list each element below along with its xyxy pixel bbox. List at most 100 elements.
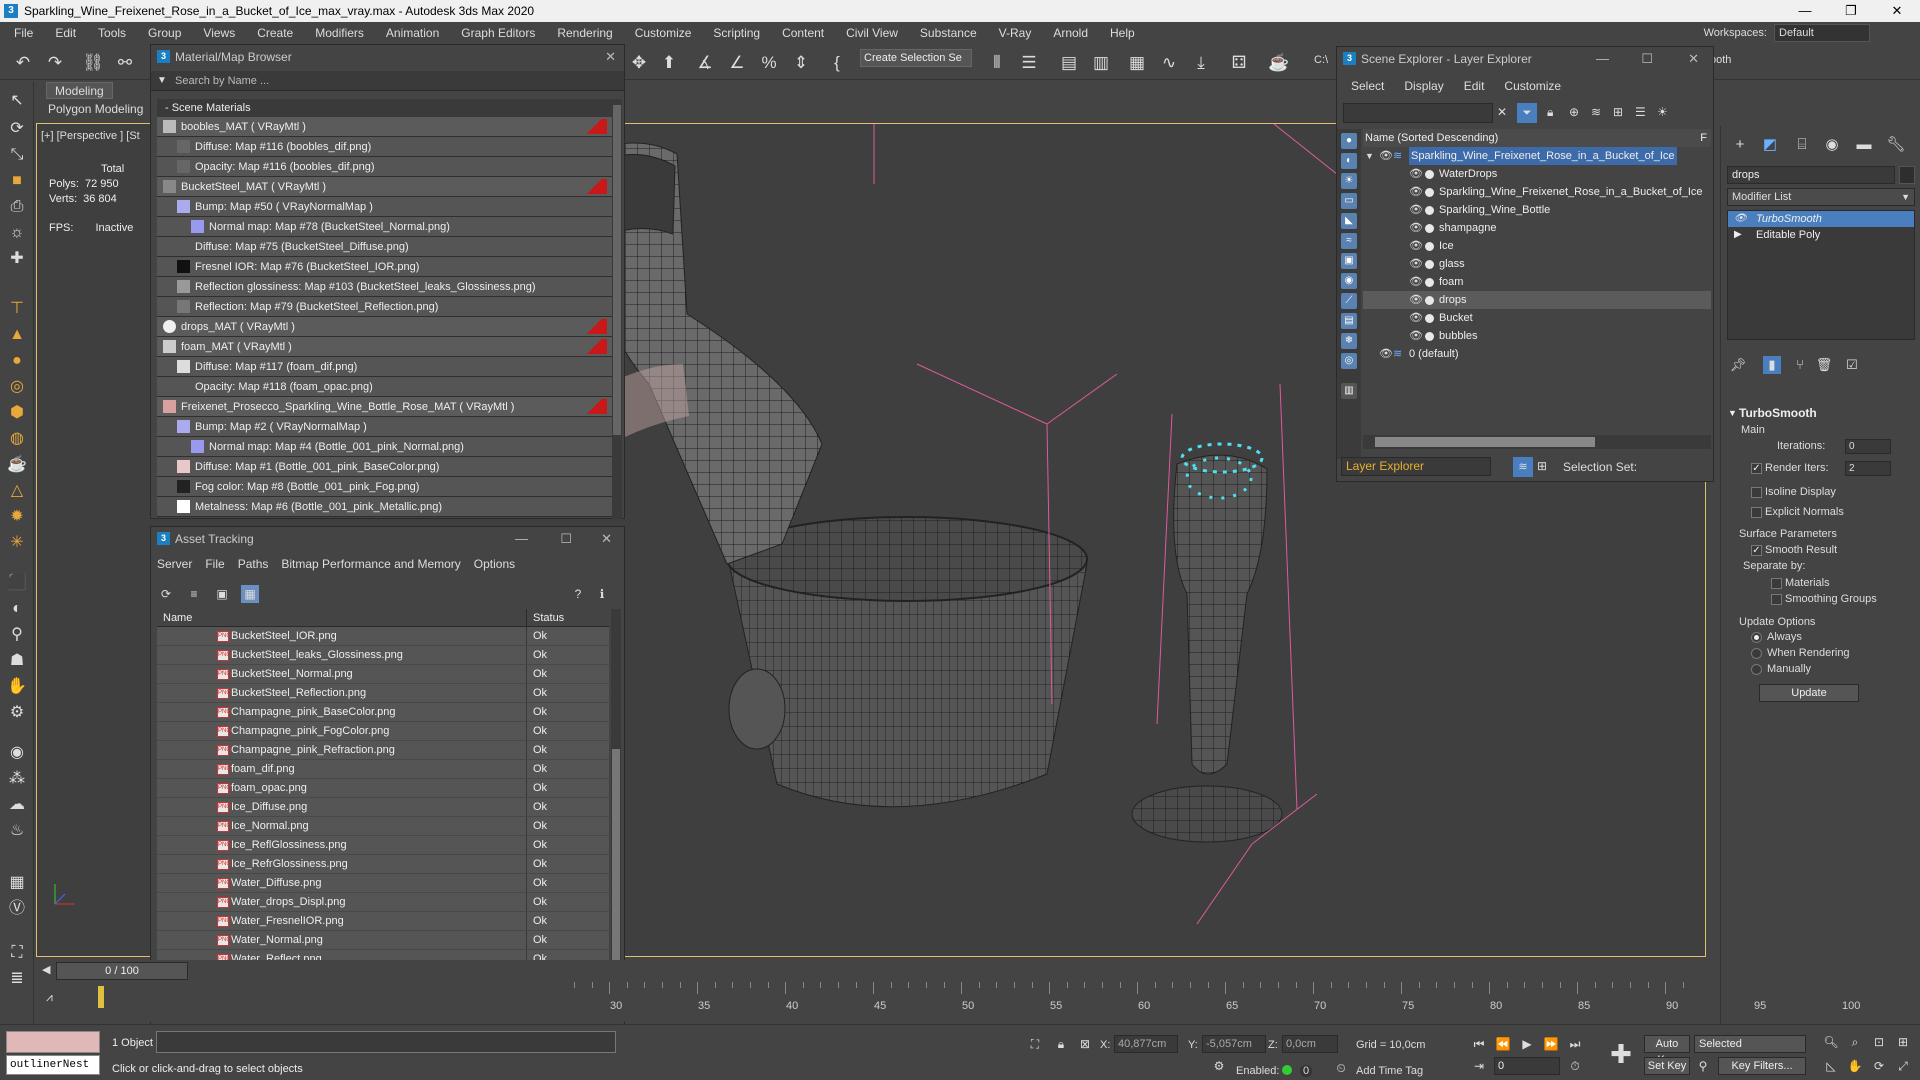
object-item[interactable]: 👁︎ glass xyxy=(1363,255,1711,273)
motion-tab-icon[interactable]: ◉ xyxy=(1821,134,1843,156)
close-icon[interactable]: ✕ xyxy=(1688,47,1699,71)
create-selection-set-dropdown[interactable]: Create Selection Se xyxy=(860,49,972,67)
visibility-eye-icon[interactable]: 👁︎ xyxy=(1409,165,1423,183)
table-row[interactable]: PNG Champagne_pink_FogColor.png Ok xyxy=(157,722,609,741)
hand-icon[interactable]: ✋ xyxy=(6,676,28,698)
field-of-view-icon[interactable]: ◺ xyxy=(1822,1057,1840,1075)
map-item[interactable]: Bump: Map #2 ( VRayNormalMap ) xyxy=(157,417,613,437)
visibility-eye-icon[interactable]: 👁︎ xyxy=(1409,219,1423,237)
helper-icon[interactable]: ✚ xyxy=(6,248,28,270)
visibility-eye-icon[interactable]: 👁︎ xyxy=(1379,147,1393,165)
prev-frame-icon[interactable]: ◀ xyxy=(42,963,50,976)
scale-icon[interactable]: ⤡ xyxy=(6,144,28,166)
map-item[interactable]: Diffuse: Map #117 (foam_dif.png) xyxy=(157,357,613,377)
key-mode-icon[interactable]: ⇥ xyxy=(1470,1057,1488,1075)
map-item[interactable]: Metalness: Map #6 (Bottle_001_pink_Metal… xyxy=(157,497,613,517)
table-icon[interactable]: ⊤ xyxy=(6,298,28,320)
hidden-filter-icon[interactable]: ◎ xyxy=(1341,353,1357,369)
modifier-list-dropdown[interactable]: Modifier List ▼ xyxy=(1727,188,1915,206)
snap-3d-icon[interactable]: ∡ xyxy=(694,52,716,74)
go-to-end-icon[interactable]: ⏭ xyxy=(1566,1035,1584,1053)
smoothing-groups-checkbox[interactable] xyxy=(1771,594,1782,605)
minimize-icon[interactable]: — xyxy=(1596,47,1609,71)
vray-logo-icon[interactable]: Ⓥ xyxy=(6,898,28,920)
menu-edit[interactable]: Edit xyxy=(1464,79,1485,97)
hierarchy-mode-icon[interactable]: ⊞ xyxy=(1537,459,1547,473)
biped-icon[interactable]: ☗ xyxy=(6,650,28,672)
object-item[interactable]: 👁︎ shampagne xyxy=(1363,219,1711,237)
add-time-tag-button[interactable]: Add Time Tag xyxy=(1356,1065,1423,1077)
orbit-icon[interactable]: ⟳ xyxy=(1870,1057,1888,1075)
scene-materials-header[interactable]: - Scene Materials xyxy=(157,99,613,117)
lights-filter-icon[interactable]: ☀ xyxy=(1341,173,1357,189)
map-item[interactable]: Opacity: Map #116 (boobles_dif.png) xyxy=(157,157,613,177)
visibility-eye-icon[interactable]: 👁︎ xyxy=(1409,255,1423,273)
clear-search-icon[interactable]: ✕ xyxy=(1497,105,1507,119)
smooth-result-checkbox[interactable]: ✓ xyxy=(1751,545,1762,556)
previous-frame-icon[interactable]: ⏪ xyxy=(1494,1035,1512,1053)
geometry-filter-icon[interactable]: ● xyxy=(1341,133,1357,149)
maximize-icon[interactable]: ☐ xyxy=(560,527,572,551)
unlink-icon[interactable]: ⚯ xyxy=(114,52,136,74)
spacewarps-filter-icon[interactable]: ≈ xyxy=(1341,233,1357,249)
table-row[interactable]: PNG Champagne_pink_BaseColor.png Ok xyxy=(157,703,609,722)
hair-icon[interactable]: ♨ xyxy=(6,820,28,842)
table-row[interactable]: PNG Water_Normal.png Ok xyxy=(157,931,609,950)
minimize-icon[interactable]: — xyxy=(515,527,528,551)
table-row[interactable]: PNG foam_dif.png Ok xyxy=(157,760,609,779)
list-icon[interactable]: ≡ xyxy=(185,585,203,603)
menu-bitmap-performance[interactable]: Bitmap Performance and Memory xyxy=(281,557,460,575)
table-row[interactable]: PNG BucketSteel_Reflection.png Ok xyxy=(157,684,609,703)
layers-icon[interactable]: ≋ xyxy=(1591,105,1601,119)
curve-editor-mini-icon[interactable]: ⩘ xyxy=(46,990,53,1005)
y-coordinate-field[interactable]: -5,057cm xyxy=(1202,1035,1266,1053)
menu-create[interactable]: Create xyxy=(257,26,293,40)
filter-icon[interactable]: ⏷ xyxy=(1517,103,1537,123)
x-coordinate-field[interactable]: 40,877cm xyxy=(1114,1035,1178,1053)
visibility-eye-icon[interactable]: 👁︎ xyxy=(1409,183,1423,201)
manually-radio[interactable] xyxy=(1751,664,1762,675)
schematic-view-icon[interactable]: ▦ xyxy=(1126,52,1148,74)
object-item[interactable]: 👁︎ Sparkling_Wine_Freixenet_Rose_in_a_Buc… xyxy=(1363,183,1711,201)
zoom-extents-icon[interactable]: ⊡ xyxy=(1870,1033,1888,1051)
material-search-input[interactable]: Search by Name ... xyxy=(151,71,624,91)
object-item[interactable]: 👁︎ Bucket xyxy=(1363,309,1711,327)
light-icon[interactable]: ☼ xyxy=(6,222,28,244)
hierarchy-tab-icon[interactable]: ⌸ xyxy=(1791,134,1813,156)
track-bar[interactable]: ⩘ 30 35 40 45 50 55 60 65 70 75 80 85 90 95 100 xyxy=(36,982,1860,1022)
menu-scripting[interactable]: Scripting xyxy=(713,26,760,40)
play-icon[interactable]: ▶ xyxy=(1518,1035,1536,1053)
visibility-eye-icon[interactable]: 👁︎ xyxy=(1379,345,1393,363)
object-item[interactable]: 👁︎ WaterDrops xyxy=(1363,165,1711,183)
frozen-filter-icon[interactable]: ❄ xyxy=(1341,333,1357,349)
edit-named-sets-icon[interactable]: { xyxy=(826,52,848,74)
mirror-icon[interactable]: ⫴ xyxy=(986,52,1008,74)
object-item[interactable]: 👁︎ foam xyxy=(1363,273,1711,291)
map-item[interactable]: Fog color: Map #8 (Bottle_001_pink_Fog.p… xyxy=(157,477,613,497)
tab-modeling[interactable]: Modeling xyxy=(46,82,113,99)
menu-file[interactable]: File xyxy=(205,557,224,575)
map-item[interactable]: Fresnel IOR: Map #76 (BucketSteel_IOR.pn… xyxy=(157,257,613,277)
expand-icon[interactable]: ▶ xyxy=(1734,227,1742,243)
col-status[interactable]: Status xyxy=(527,609,564,626)
explicit-normals-checkbox[interactable] xyxy=(1751,507,1762,518)
pyramid-icon[interactable]: △ xyxy=(6,480,28,502)
lock-icon[interactable]: 🔒︎ xyxy=(1547,105,1553,120)
helpers-filter-icon[interactable]: ◣ xyxy=(1341,213,1357,229)
scene-explorer-titlebar[interactable]: 3 Scene Explorer - Layer Explorer — ☐ ✕ xyxy=(1337,47,1713,71)
zoom-extents-all-icon[interactable]: ⊞ xyxy=(1894,1033,1912,1051)
menu-options[interactable]: Options xyxy=(474,557,515,575)
cloth-icon[interactable]: ☁ xyxy=(6,794,28,816)
next-frame-icon[interactable]: ⏩ xyxy=(1542,1035,1560,1053)
object-item[interactable]: 👁︎ Ice xyxy=(1363,237,1711,255)
enabled-value[interactable]: 0 xyxy=(1300,1065,1313,1077)
remove-modifier-icon[interactable]: 🗑︎ xyxy=(1815,356,1833,374)
map-item[interactable]: Reflection: Map #79 (BucketSteel_Reflect… xyxy=(157,297,613,317)
pin-stack-icon[interactable]: 📌︎ xyxy=(1729,356,1747,374)
table-row[interactable]: PNG BucketSteel_IOR.png Ok xyxy=(157,627,609,646)
render-iters-checkbox[interactable]: ✓ xyxy=(1751,463,1762,474)
cube-icon[interactable]: ⬛ xyxy=(6,572,28,594)
shape-icon[interactable]: ◐ xyxy=(6,598,28,620)
torus-icon[interactable]: ◎ xyxy=(6,376,28,398)
menu-customize[interactable]: Customize xyxy=(1504,79,1561,97)
